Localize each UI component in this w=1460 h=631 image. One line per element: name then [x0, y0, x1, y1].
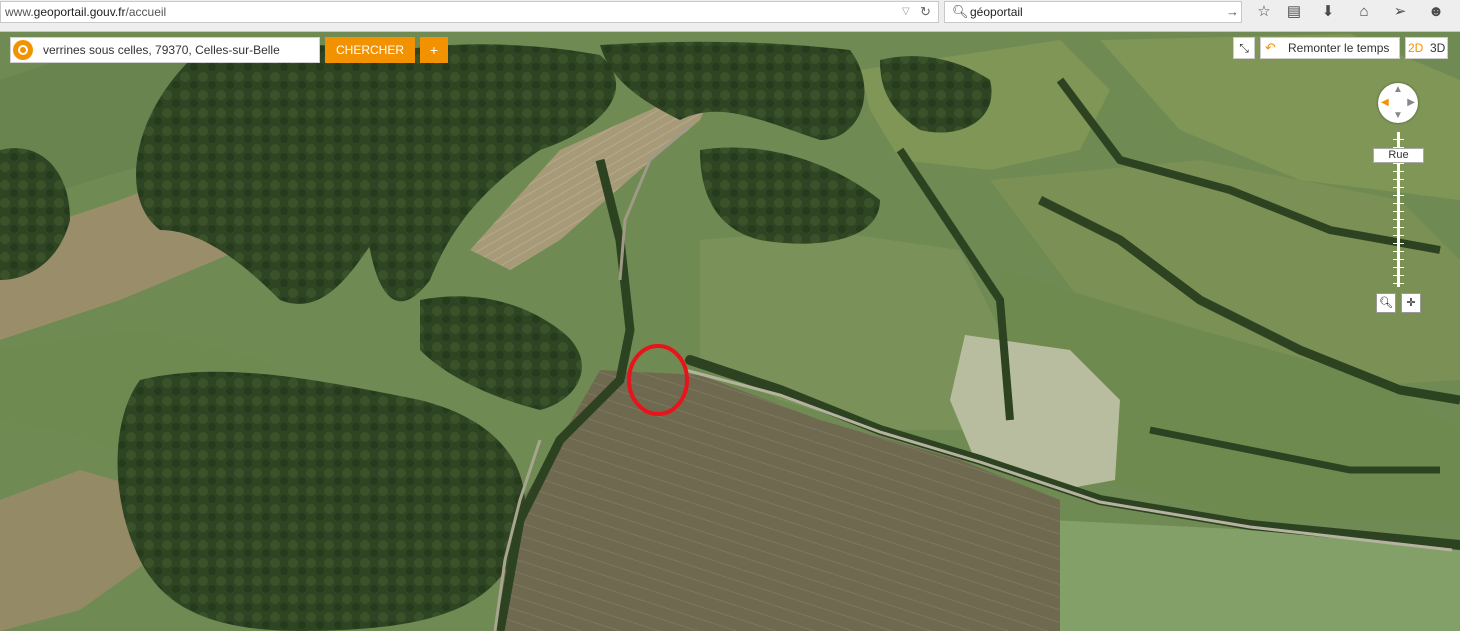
- pan-left-icon[interactable]: ◀: [1381, 98, 1389, 108]
- more-options-button[interactable]: +: [420, 37, 448, 63]
- pan-up-icon[interactable]: ▲: [1393, 85, 1403, 95]
- clipboard-icon[interactable]: ▤: [1284, 2, 1304, 22]
- aerial-map[interactable]: [0, 32, 1460, 631]
- search-button[interactable]: CHERCHER: [325, 37, 415, 63]
- mode-3d-button[interactable]: 3D: [1430, 38, 1445, 58]
- remonter-label: Remonter le temps: [1288, 41, 1390, 55]
- map-search-box: [10, 37, 325, 63]
- dropdown-icon[interactable]: ▽: [902, 2, 910, 22]
- search-icon: 🔍︎: [952, 4, 969, 19]
- url-text: www.geoportail.gouv.fr/accueil: [5, 5, 167, 19]
- geolocate-icon[interactable]: [13, 40, 33, 60]
- download-icon[interactable]: ⬇: [1318, 2, 1338, 22]
- browser-search-value: géoportail: [970, 5, 1023, 19]
- center-crosshair-icon[interactable]: ✛: [1401, 293, 1421, 313]
- chat-icon[interactable]: ☻: [1426, 2, 1446, 22]
- fullscreen-icon[interactable]: ⤡: [1233, 37, 1255, 59]
- zoom-box-icon[interactable]: 🔍︎: [1376, 293, 1396, 313]
- zoom-level-label[interactable]: Rue: [1373, 148, 1424, 163]
- go-arrow-icon[interactable]: →: [1226, 2, 1239, 22]
- star-icon[interactable]: ☆: [1254, 2, 1274, 22]
- reload-icon[interactable]: ↻: [920, 2, 931, 22]
- pan-down-icon[interactable]: ▼: [1393, 111, 1403, 121]
- browser-toolbar: www.geoportail.gouv.fr/accueil ▽ ↻ 🔍︎ gé…: [0, 0, 1460, 32]
- home-icon[interactable]: ⌂: [1354, 2, 1374, 22]
- place-search-input[interactable]: [39, 38, 325, 62]
- address-bar[interactable]: www.geoportail.gouv.fr/accueil ▽ ↻: [0, 1, 939, 23]
- pan-right-icon[interactable]: ▶: [1407, 98, 1415, 108]
- aerial-imagery: [0, 32, 1460, 631]
- browser-search-bar[interactable]: 🔍︎ géoportail →: [944, 1, 1242, 23]
- send-icon[interactable]: ➢: [1390, 2, 1410, 22]
- remonter-le-temps-button[interactable]: ↶ Remonter le temps: [1260, 37, 1400, 59]
- view-mode-toggle: 2D 3D: [1405, 37, 1448, 59]
- mode-2d-button[interactable]: 2D: [1408, 38, 1423, 58]
- pan-compass: ◀ ▶ ▲ ▼: [1378, 83, 1418, 123]
- undo-arrow-icon: ↶: [1265, 40, 1276, 55]
